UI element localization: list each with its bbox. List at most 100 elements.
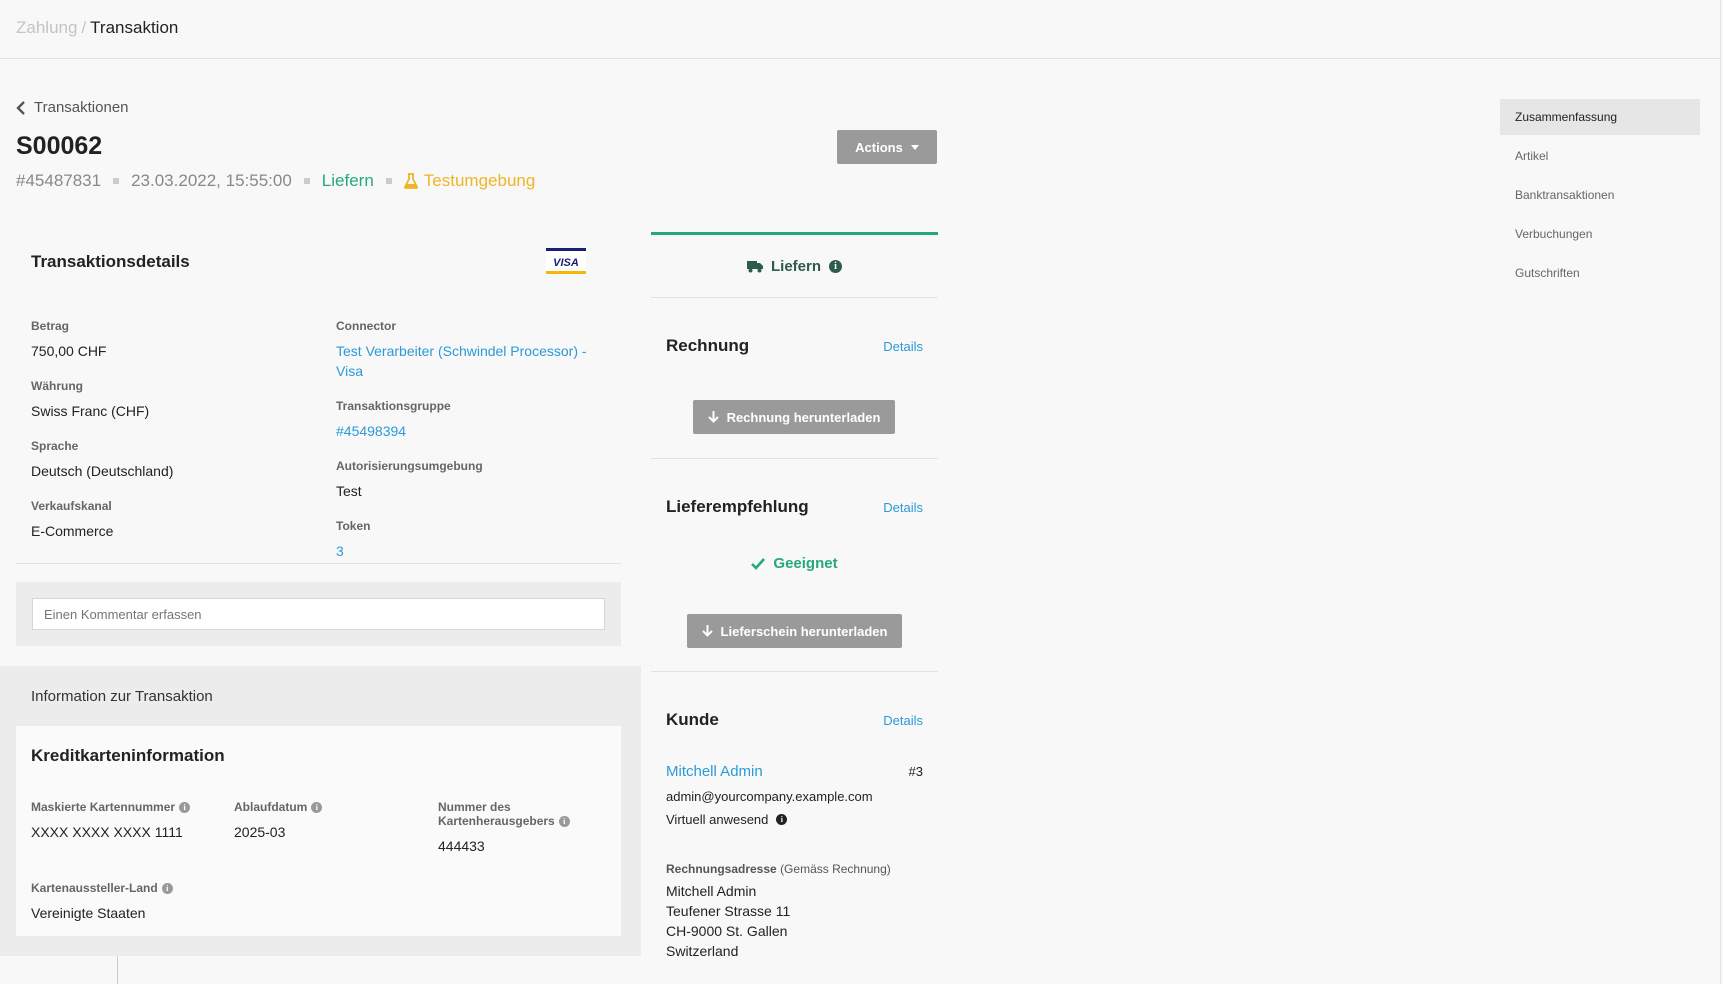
- field-value: 2025-03: [234, 824, 286, 840]
- check-icon: [751, 557, 766, 570]
- nav-item-articles[interactable]: Artikel: [1500, 138, 1700, 174]
- comment-box: [16, 582, 621, 646]
- breadcrumb-parent[interactable]: Zahlung: [16, 18, 77, 37]
- nav-item-bank-transactions[interactable]: Banktransaktionen: [1500, 177, 1700, 213]
- customer-presence: Virtuell anwesend i: [666, 812, 788, 827]
- customer-section: Kunde Details Mitchell Admin #3 admin@yo…: [651, 672, 938, 982]
- billing-address-title: Rechnungsadresse: [666, 862, 777, 876]
- transaction-meta: #45487831 23.03.2022, 15:55:00 Liefern T…: [16, 171, 535, 191]
- back-link[interactable]: Transaktionen: [16, 99, 129, 116]
- field-amount: Betrag 750,00 CHF: [31, 319, 106, 361]
- info-icon[interactable]: i: [776, 814, 788, 825]
- field-authorization-environment: Autorisierungsumgebung Test: [336, 459, 483, 501]
- environment-badge: Testumgebung: [403, 171, 535, 191]
- nav-item-summary[interactable]: Zusammenfassung: [1500, 99, 1700, 135]
- field-currency: Währung Swiss Franc (CHF): [31, 379, 149, 421]
- customer-email-text: admin@yourcompany.example.com: [666, 789, 873, 804]
- customer-presence-text: Virtuell anwesend: [666, 812, 769, 827]
- field-masked-card-number: Maskierte Kartennummer i XXXX XXXX XXXX 1…: [31, 800, 191, 842]
- address-line: Teufener Strasse 11: [666, 903, 791, 919]
- credit-card-title: Kreditkarteninformation: [31, 746, 225, 765]
- field-label-text: Maskierte Kartennummer: [31, 800, 176, 814]
- field-label: Nummer des: [438, 800, 511, 814]
- download-delivery-note-button[interactable]: Lieferschein herunterladen: [687, 614, 902, 648]
- info-icon[interactable]: i: [161, 882, 173, 894]
- field-connector: Connector Test Verarbeiter (Schwindel Pr…: [336, 319, 587, 381]
- download-delivery-note-label: Lieferschein herunterladen: [720, 623, 888, 639]
- download-invoice-button[interactable]: Rechnung herunterladen: [693, 400, 895, 434]
- field-label: Token: [336, 519, 371, 533]
- truck-icon: [746, 260, 763, 272]
- billing-address-label: Rechnungsadresse (Gemäss Rechnung): [666, 862, 891, 876]
- content-divider: [1720, 0, 1721, 984]
- connector-link[interactable]: Test Verarbeiter (Schwindel Processor) -: [336, 341, 587, 361]
- separator-dot: [113, 178, 120, 184]
- field-language: Sprache Deutsch (Deutschland): [31, 439, 173, 481]
- customer-details-link[interactable]: Details: [883, 713, 923, 728]
- customer-id: #3: [908, 764, 923, 779]
- field-label: Ablaufdatum i: [234, 800, 323, 814]
- separator-dot: [303, 178, 310, 184]
- field-value: E-Commerce: [31, 523, 114, 539]
- transaction-details-card: Transaktionsdetails VISA Betrag 750,00 C…: [16, 226, 621, 564]
- field-value: 750,00 CHF: [31, 343, 107, 359]
- field-value: Test: [336, 483, 362, 499]
- details-title: Transaktionsdetails: [31, 252, 190, 271]
- arrow-down-icon: [707, 411, 719, 423]
- comment-input[interactable]: [32, 598, 605, 630]
- nav-item-bookings[interactable]: Verbuchungen: [1500, 216, 1700, 252]
- billing-address-note: (Gemäss Rechnung): [780, 862, 891, 876]
- field-label-text: Kartenaussteller-Land: [31, 881, 158, 895]
- status-label: Liefern: [770, 257, 821, 275]
- address-line: CH-9000 St. Gallen: [666, 923, 788, 939]
- transaction-datetime: 23.03.2022, 15:55:00: [131, 171, 292, 190]
- credit-card-card: Kreditkarteninformation Maskierte Karten…: [16, 726, 621, 936]
- field-value: Vereinigte Staaten: [31, 905, 146, 921]
- field-label: Betrag: [31, 319, 70, 333]
- information-title: Information zur Transaktion: [31, 688, 213, 705]
- chevron-left-icon: [16, 100, 25, 115]
- page-title: S00062: [16, 132, 103, 160]
- delivery-title: Lieferempfehlung: [666, 497, 809, 516]
- customer-name-link[interactable]: Mitchell Admin: [666, 763, 763, 780]
- actions-label: Actions: [855, 139, 903, 155]
- transaction-information-section: Information zur Transaktion Kreditkarten…: [0, 666, 641, 956]
- field-issuer-number: Nummer des Kartenherausgebers i 444433: [438, 800, 570, 856]
- field-label: Transaktionsgruppe: [336, 399, 451, 413]
- caret-down-icon: [910, 144, 919, 150]
- actions-dropdown-button[interactable]: Actions: [837, 130, 937, 164]
- status-header: Liefern i: [651, 232, 938, 298]
- breadcrumb-separator: /: [81, 18, 87, 37]
- transaction-id: #45487831: [16, 171, 102, 190]
- field-label: Kartenherausgebers i: [438, 814, 570, 828]
- field-label: Connector: [336, 319, 396, 333]
- visa-logo: VISA: [546, 248, 586, 274]
- svg-text:VISA: VISA: [553, 257, 579, 269]
- field-token: Token 3: [336, 519, 370, 561]
- field-label: Maskierte Kartennummer i: [31, 800, 191, 814]
- field-value: XXXX XXXX XXXX 1111: [31, 824, 183, 840]
- download-invoice-label: Rechnung herunterladen: [726, 409, 881, 425]
- transaction-state: Liefern: [321, 171, 374, 190]
- token-link[interactable]: 3: [336, 541, 370, 561]
- field-label: Sprache: [31, 439, 79, 453]
- field-expiry-date: Ablaufdatum i 2025-03: [234, 800, 323, 842]
- info-icon[interactable]: i: [829, 259, 842, 273]
- info-icon[interactable]: i: [558, 815, 570, 827]
- info-icon[interactable]: i: [311, 801, 323, 813]
- arrow-down-icon: [701, 625, 713, 637]
- top-bar: Zahlung / Transaktion: [0, 0, 1720, 59]
- field-value: Deutsch (Deutschland): [31, 463, 174, 479]
- connector-link-line2[interactable]: Visa: [336, 361, 587, 381]
- delivery-recommendation-section: Lieferempfehlung Details Geeignet Liefer…: [651, 459, 938, 672]
- invoice-details-link[interactable]: Details: [883, 339, 923, 354]
- info-icon[interactable]: i: [179, 801, 191, 813]
- nav-item-credit-notes[interactable]: Gutschriften: [1500, 255, 1700, 291]
- customer-email: admin@yourcompany.example.com: [666, 789, 873, 804]
- transaction-group-link[interactable]: #45498394: [336, 421, 451, 441]
- field-issuer-country: Kartenaussteller-Land i Vereinigte Staate…: [31, 881, 173, 923]
- delivery-status: Geeignet: [651, 555, 938, 572]
- field-sales-channel: Verkaufskanal E-Commerce: [31, 499, 113, 541]
- delivery-details-link[interactable]: Details: [883, 500, 923, 515]
- side-navigation: Zusammenfassung Artikel Banktransaktione…: [1500, 99, 1700, 294]
